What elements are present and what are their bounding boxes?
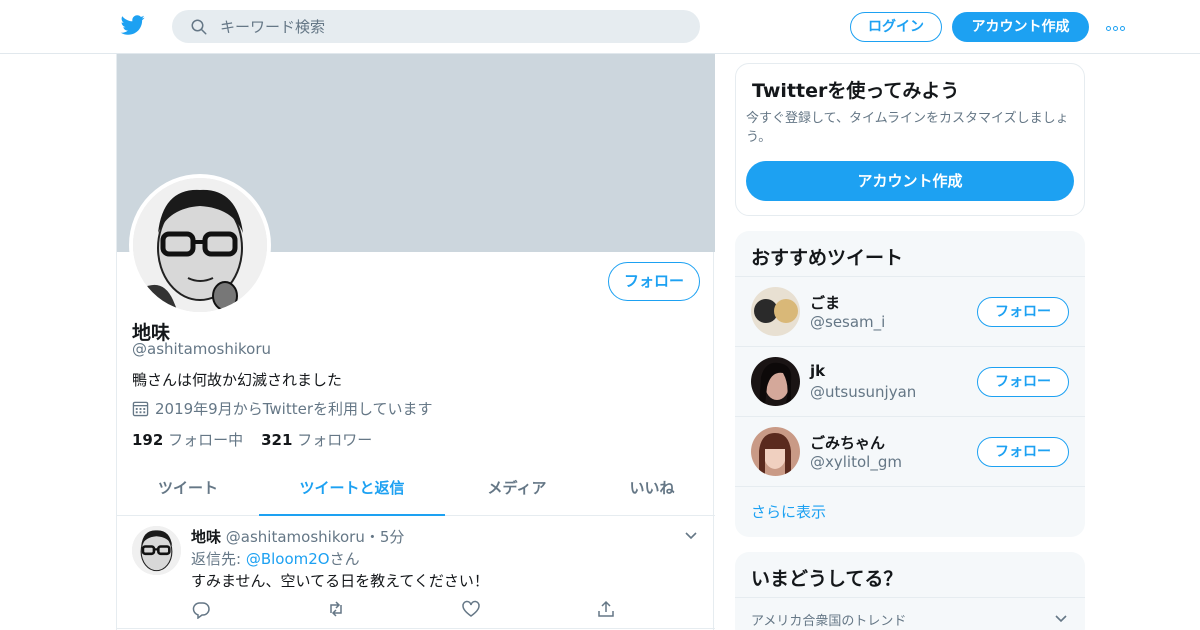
portrait-avatar[interactable]	[751, 427, 800, 476]
tweet-author-name[interactable]: 地味	[191, 528, 221, 546]
trends-title: いまどうしてる？	[751, 568, 903, 590]
recommended-follow-button[interactable]: フォロー	[977, 297, 1069, 327]
tab-tweets-and-replies[interactable]: ツイートと返信	[259, 466, 445, 516]
login-button[interactable]: ログイン	[850, 12, 942, 42]
reply-mention-link[interactable]: @Bloom2O	[246, 550, 330, 568]
search-input[interactable]	[220, 10, 680, 43]
show-more-link[interactable]: さらに表示	[751, 501, 826, 522]
follow-button[interactable]: フォロー	[608, 262, 700, 301]
trends-card: いまどうしてる？ アメリカ合衆国のトレンド	[735, 552, 1085, 630]
recommended-account-item[interactable]: jk @utsusunjyan フォロー	[735, 346, 1085, 416]
tweet-avatar[interactable]	[132, 526, 181, 575]
reply-prefix: 返信先:	[191, 550, 246, 568]
signup-card-description: 今すぐ登録して、タイムラインをカスタマイズしましょう。	[746, 111, 1069, 145]
profile-column: フォロー 地味 @ashitamoshikoru 鴨さんは何故か幻滅されました …	[116, 54, 715, 630]
search-box[interactable]	[172, 10, 700, 43]
tweet-timestamp[interactable]: 5分	[380, 528, 405, 546]
profile-handle: @ashitamoshikoru	[132, 340, 272, 358]
recommended-account-item[interactable]: ごま @sesam_i フォロー	[735, 276, 1085, 346]
tweet-author-handle[interactable]: @ashitamoshikoru	[226, 528, 365, 546]
trends-location-selector[interactable]: アメリカ合衆国のトレンド	[735, 597, 1085, 630]
followers-label: フォロワー	[297, 431, 373, 449]
signup-button[interactable]: アカウント作成	[952, 12, 1089, 42]
calendar-icon	[132, 401, 149, 417]
man-with-glasses-portrait-icon	[133, 178, 267, 312]
profile-joined-date: 2019年9月からTwitterを利用しています	[132, 398, 433, 419]
reply-icon[interactable]	[191, 599, 211, 619]
person-portrait-icon	[751, 357, 800, 406]
heart-icon[interactable]	[461, 599, 481, 619]
reply-to-line: 返信先: @Bloom2Oさん	[191, 548, 360, 569]
retweet-icon[interactable]	[326, 599, 346, 619]
recommended-name: ごみちゃん	[810, 434, 886, 452]
profile-avatar[interactable]	[129, 174, 271, 316]
recommended-handle: @xylitol_gm	[810, 453, 902, 471]
profile-tabs: ツイート ツイートと返信 メディア いいね	[117, 466, 715, 516]
recommended-name: ごま	[810, 294, 841, 312]
tweet-header: 地味 @ashitamoshikoru・5分	[191, 526, 404, 547]
tab-media[interactable]: メディア	[445, 466, 589, 516]
top-navigation-bar: ログイン アカウント作成	[0, 0, 1200, 54]
more-options-icon[interactable]	[1106, 18, 1132, 34]
tab-likes[interactable]: いいね	[589, 466, 715, 516]
recommended-accounts-card: おすすめツイート ごま @sesam_i フォロー jk @utsusunjya…	[735, 231, 1085, 537]
recommended-name: jk	[810, 362, 826, 380]
signup-card-button[interactable]: アカウント作成	[746, 161, 1074, 201]
tweet-item[interactable]: 地味 @ashitamoshikoru・5分 返信先: @Bloom2Oさん す…	[117, 517, 715, 629]
recommended-follow-button[interactable]: フォロー	[977, 367, 1069, 397]
signup-card: Twitterを使ってみよう 今すぐ登録して、タイムラインをカスタマイズしましょ…	[735, 63, 1085, 216]
tweet-separator: ・	[364, 528, 380, 546]
tweet-text: すみません、空いてる日を教えてください！	[191, 572, 489, 590]
portrait-avatar[interactable]	[751, 357, 800, 406]
trends-location: アメリカ合衆国のトレンド	[751, 614, 907, 629]
person-portrait-icon	[751, 427, 800, 476]
sesame-bowls-avatar[interactable]	[751, 287, 800, 336]
recommended-handle: @utsusunjyan	[810, 383, 917, 401]
followers-link[interactable]: 321 フォロワー	[261, 431, 372, 449]
profile-bio: 鴨さんは何故か幻滅されました	[132, 371, 343, 389]
tab-tweets[interactable]: ツイート	[117, 466, 259, 516]
joined-text: 2019年9月からTwitterを利用しています	[155, 400, 433, 418]
search-icon	[191, 19, 207, 35]
following-link[interactable]: 192 フォロー中	[132, 431, 243, 449]
following-label: フォロー中	[168, 431, 244, 449]
following-count: 192	[132, 431, 164, 449]
recommended-follow-button[interactable]: フォロー	[977, 437, 1069, 467]
signup-card-title: Twitterを使ってみよう	[752, 80, 960, 102]
twitter-bird-icon[interactable]	[120, 13, 146, 37]
chevron-down-icon[interactable]	[1053, 610, 1069, 626]
profile-stats: 192 フォロー中 321 フォロワー	[132, 429, 372, 450]
recommended-handle: @sesam_i	[810, 313, 886, 331]
followers-count: 321	[261, 431, 293, 449]
recommended-title: おすすめツイート	[751, 247, 904, 269]
share-icon[interactable]	[596, 599, 616, 619]
chevron-down-icon[interactable]	[683, 527, 699, 543]
reply-suffix: さん	[329, 550, 360, 568]
recommended-account-item[interactable]: ごみちゃん @xylitol_gm フォロー	[735, 416, 1085, 486]
man-with-glasses-portrait-icon	[132, 526, 181, 575]
divider	[735, 486, 1085, 487]
sesame-bowls-icon	[751, 287, 800, 336]
